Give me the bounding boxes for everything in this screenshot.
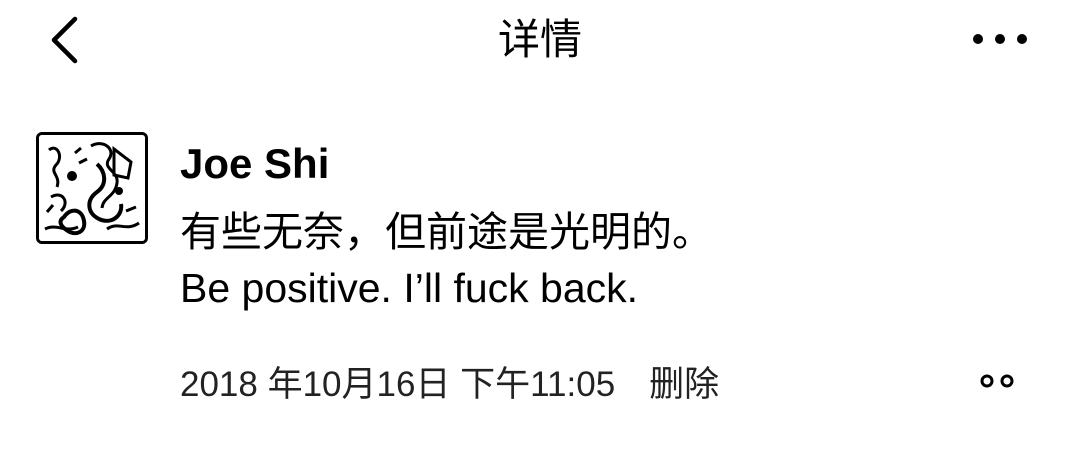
- post-meta: 2018 年10月16日 下午11:05 删除: [180, 356, 719, 406]
- more-options-button[interactable]: [960, 14, 1040, 64]
- avatar[interactable]: [36, 132, 148, 244]
- chevron-left-icon: [51, 16, 78, 64]
- comment-like-menu-icon: [980, 374, 1014, 388]
- page-title: 详情: [497, 16, 582, 63]
- post-action-button[interactable]: [962, 360, 1032, 402]
- navigation-bar: 详情: [0, 0, 1080, 90]
- post-text: 有些无奈，但前途是光明的。 Be positive. I’ll fuck bac…: [180, 204, 1040, 316]
- more-horizontal-icon: [973, 34, 1027, 44]
- avatar-image: [39, 135, 145, 241]
- moment-post: Joe Shi 有些无奈，但前途是光明的。 Be positive. I’ll …: [180, 138, 1040, 316]
- post-text-line: Be positive. I’ll fuck back.: [180, 265, 639, 311]
- back-button[interactable]: [36, 12, 92, 68]
- timestamp: 2018 年10月16日 下午11:05: [180, 364, 616, 404]
- author-name[interactable]: Joe Shi: [180, 138, 329, 190]
- delete-button[interactable]: 删除: [649, 356, 719, 407]
- post-text-line: 有些无奈，但前途是光明的。: [180, 209, 713, 255]
